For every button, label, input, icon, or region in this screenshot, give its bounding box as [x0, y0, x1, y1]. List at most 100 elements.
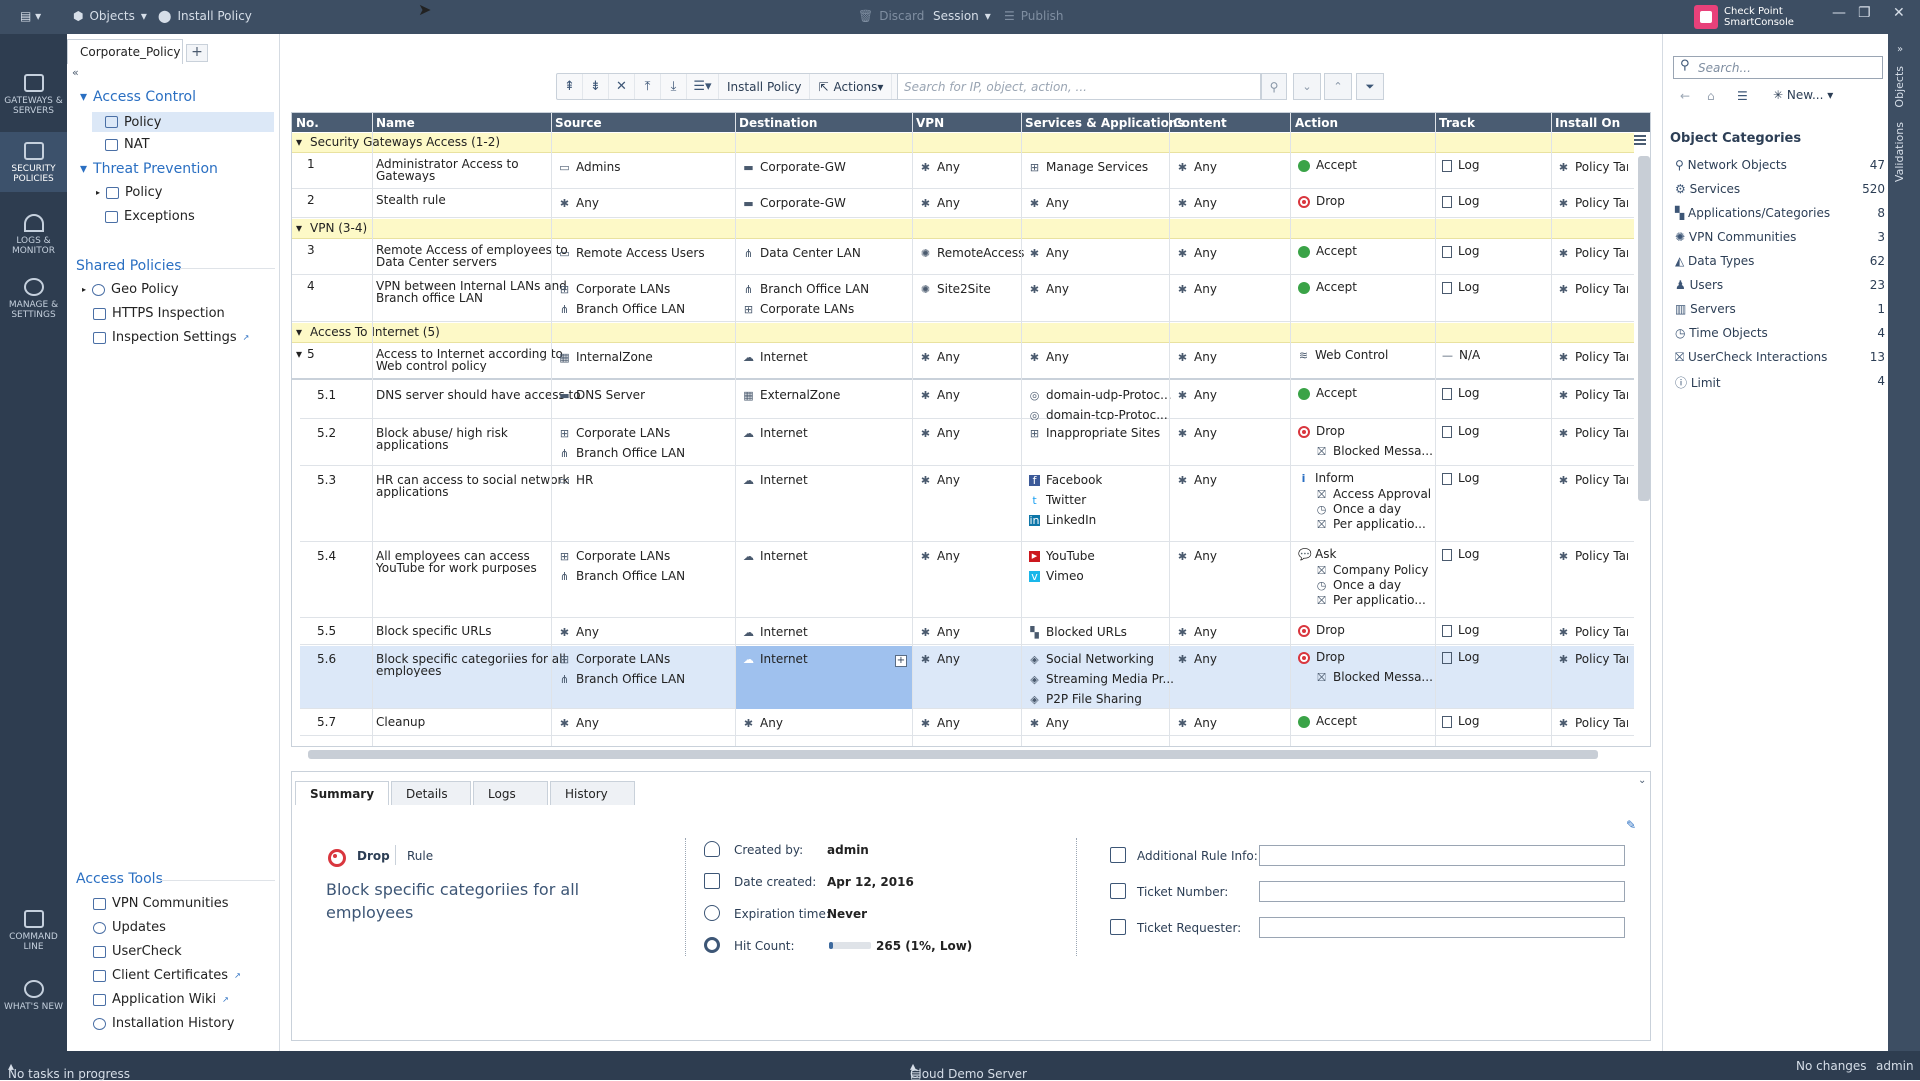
tree-updates[interactable]: Updates: [93, 920, 166, 935]
minimize-icon[interactable]: —: [1832, 5, 1846, 21]
objects-search-input[interactable]: Search...: [1673, 56, 1883, 79]
vertical-scrollbar[interactable]: [1638, 156, 1650, 501]
search-icon[interactable]: ⚲: [1261, 73, 1287, 100]
left-navigation: GATEWAYS & SERVERS SECURITY POLICIES LOG…: [0, 34, 67, 1051]
close-icon[interactable]: ✕: [1893, 5, 1905, 21]
new-object-menu[interactable]: ✳ New... ▾: [1773, 88, 1833, 102]
nav-command-line[interactable]: COMMAND LINE: [0, 910, 67, 952]
rulebase-search-input[interactable]: Search for IP, object, action, ...: [897, 73, 1261, 100]
category-data-types[interactable]: ◭ Data Types: [1675, 254, 1754, 268]
tasks-status[interactable]: No tasks in progress ▴: [8, 1059, 130, 1081]
ticket-requester-input[interactable]: [1259, 917, 1625, 938]
add-rule-below-icon[interactable]: ⇟: [583, 74, 609, 99]
nav-security-policies[interactable]: SECURITY POLICIES: [0, 132, 67, 192]
tab-logs[interactable]: Logs: [473, 781, 549, 805]
section-header[interactable]: ▾ Security Gateways Access (1-2): [292, 133, 1634, 153]
tree-nat[interactable]: NAT: [105, 137, 150, 152]
tree-https-inspection[interactable]: HTTPS Inspection: [93, 306, 225, 321]
tree-usercheck[interactable]: UserCheck: [93, 944, 182, 959]
additional-rule-info-input[interactable]: [1259, 845, 1625, 866]
tab-summary[interactable]: Summary: [295, 781, 390, 805]
tree-threat-prevention[interactable]: ▾ Threat Prevention: [80, 161, 218, 177]
discard-button[interactable]: 🗑 Discard: [858, 9, 924, 23]
filter-icon[interactable]: ⏷: [1356, 73, 1384, 100]
table-row[interactable]: 4 VPN between Internal LANs and Branch of…: [292, 276, 1634, 322]
install-policy-top-button[interactable]: ⬤ Install Policy: [158, 9, 252, 23]
collapse-panel-icon[interactable]: «: [72, 66, 79, 79]
tree-geo-policy[interactable]: ▸ Geo Policy: [82, 282, 179, 297]
table-row[interactable]: 5.5 Block specific URLs ✱ Any ☁ Internet ✱…: [300, 619, 1634, 645]
table-row[interactable]: 5.2 Block abuse/ high risk applications ⊞…: [300, 420, 1634, 466]
delete-rule-icon[interactable]: ✕: [609, 74, 635, 99]
publish-button[interactable]: ☰ Publish: [1004, 9, 1064, 23]
table-row[interactable]: 5.1 DNS server should have access to ▬ DN…: [300, 382, 1634, 422]
table-row-selected[interactable]: 5.6 Block specific categoriies for all em…: [300, 646, 1634, 709]
nav-logs-monitor[interactable]: LOGS & MONITOR: [0, 214, 67, 256]
home-icon[interactable]: ⌂: [1707, 89, 1715, 103]
list-view-icon[interactable]: ☰: [1737, 89, 1748, 103]
table-row[interactable]: 5.3 HR can access to social network appli…: [300, 467, 1634, 542]
table-row[interactable]: 1 Administrator Access to Gateways ▭ Admin…: [292, 154, 1634, 189]
collapse-pane-icon[interactable]: ⌄: [1638, 775, 1646, 786]
collapse-all-icon[interactable]: ⤒: [635, 74, 661, 99]
ticket-number-input[interactable]: [1259, 881, 1625, 902]
tree-client-certificates[interactable]: Client Certificates ↗: [93, 968, 241, 983]
tree-access-policy[interactable]: Policy: [92, 112, 274, 132]
nav-manage-settings[interactable]: MANAGE & SETTINGS: [0, 278, 67, 320]
tree-tp-policy[interactable]: ▸ Policy: [96, 185, 162, 200]
expand-all-icon[interactable]: ⤓: [661, 74, 687, 99]
vtab-validations[interactable]: Validations: [1893, 122, 1906, 182]
restore-icon[interactable]: ❐: [1858, 5, 1871, 21]
main-menu-button[interactable]: ▤ ▾: [20, 9, 41, 23]
category-limit[interactable]: ⓘ Limit: [1675, 374, 1721, 391]
tree-inspection-settings[interactable]: Inspection Settings ↗: [93, 330, 249, 345]
category-services[interactable]: ⚙ Services: [1675, 182, 1740, 196]
edit-pencil-icon[interactable]: ✎: [1626, 818, 1636, 832]
search-prev-icon[interactable]: ⌃: [1324, 73, 1352, 100]
category-icon: ◈: [1030, 693, 1039, 706]
add-rule-above-icon[interactable]: ⇞: [557, 74, 583, 99]
tree-exceptions[interactable]: Exceptions: [105, 209, 195, 224]
tab-details[interactable]: Details: [391, 781, 472, 805]
category-servers[interactable]: ▥ Servers: [1675, 302, 1736, 316]
drop-icon: [1298, 426, 1310, 438]
category-usercheck-interactions[interactable]: ⛝ UserCheck Interactions: [1675, 350, 1827, 365]
table-row[interactable]: 3 Remote Access of employees to Data Cent…: [292, 240, 1634, 275]
tab-corporate-policy[interactable]: Corporate_Policy: [67, 39, 183, 64]
category-time-objects[interactable]: ◷ Time Objects: [1675, 326, 1768, 340]
add-tab-button[interactable]: +: [186, 44, 208, 62]
session-menu[interactable]: Session ▾: [933, 9, 991, 23]
server-status[interactable]: ▤ Cloud Demo Server ▴: [910, 1059, 1027, 1081]
category-applications[interactable]: ▚ Applications/Categories: [1675, 206, 1830, 220]
table-row[interactable]: 2 Stealth rule ✱ Any ▬ Corporate-GW ✱ Any ✱…: [292, 190, 1634, 218]
tree-vpn-communities[interactable]: VPN Communities: [93, 896, 229, 911]
tree-access-control[interactable]: ▾ Access Control: [80, 89, 196, 105]
view-menu-icon[interactable]: ☰▾: [687, 74, 719, 99]
category-network-objects[interactable]: ⚲ Network Objects: [1675, 158, 1787, 172]
nav-gateways-servers[interactable]: GATEWAYS & SERVERS: [0, 74, 67, 116]
tree-installation-history[interactable]: Installation History: [93, 1016, 234, 1031]
category-users[interactable]: ♟ Users: [1675, 278, 1723, 292]
section-header[interactable]: ▾ VPN (3-4): [292, 219, 1634, 239]
rulebase-grid: No. Name Source Destination VPN Services…: [291, 112, 1651, 747]
add-object-to-cell-button[interactable]: +: [895, 655, 907, 667]
search-next-icon[interactable]: ⌄: [1293, 73, 1321, 100]
table-row[interactable]: 5.7 Cleanup ✱ Any ✱ Any ✱ Any ✱ Any ✱ Any Acc…: [300, 710, 1634, 736]
objects-menu[interactable]: ⬢ Objects ▾: [73, 9, 147, 23]
globe-icon: [92, 283, 106, 296]
collapse-right-panel-icon[interactable]: »: [1897, 44, 1903, 55]
category-vpn-communities[interactable]: ✺ VPN Communities: [1675, 230, 1796, 244]
horizontal-scrollbar[interactable]: [308, 750, 1598, 759]
tree-application-wiki[interactable]: Application Wiki ↗: [93, 992, 229, 1007]
table-row[interactable]: ▾ 5 Access to Internet according to Web c…: [292, 344, 1634, 380]
section-header[interactable]: ▾ Access To Internet (5): [292, 323, 1634, 343]
actions-menu[interactable]: ⇱ Actions ▾: [810, 74, 893, 99]
column-menu-icon[interactable]: [1633, 134, 1647, 146]
back-arrow-icon[interactable]: ←: [1680, 89, 1690, 103]
nav-whats-new[interactable]: WHAT'S NEW: [0, 980, 67, 1012]
log-icon: [1442, 473, 1452, 485]
tab-history[interactable]: History: [550, 781, 636, 805]
install-policy-button[interactable]: Install Policy: [719, 74, 811, 99]
table-row[interactable]: 5.4 All employees can access YouTube for …: [300, 543, 1634, 618]
vtab-objects[interactable]: Objects: [1893, 66, 1906, 108]
